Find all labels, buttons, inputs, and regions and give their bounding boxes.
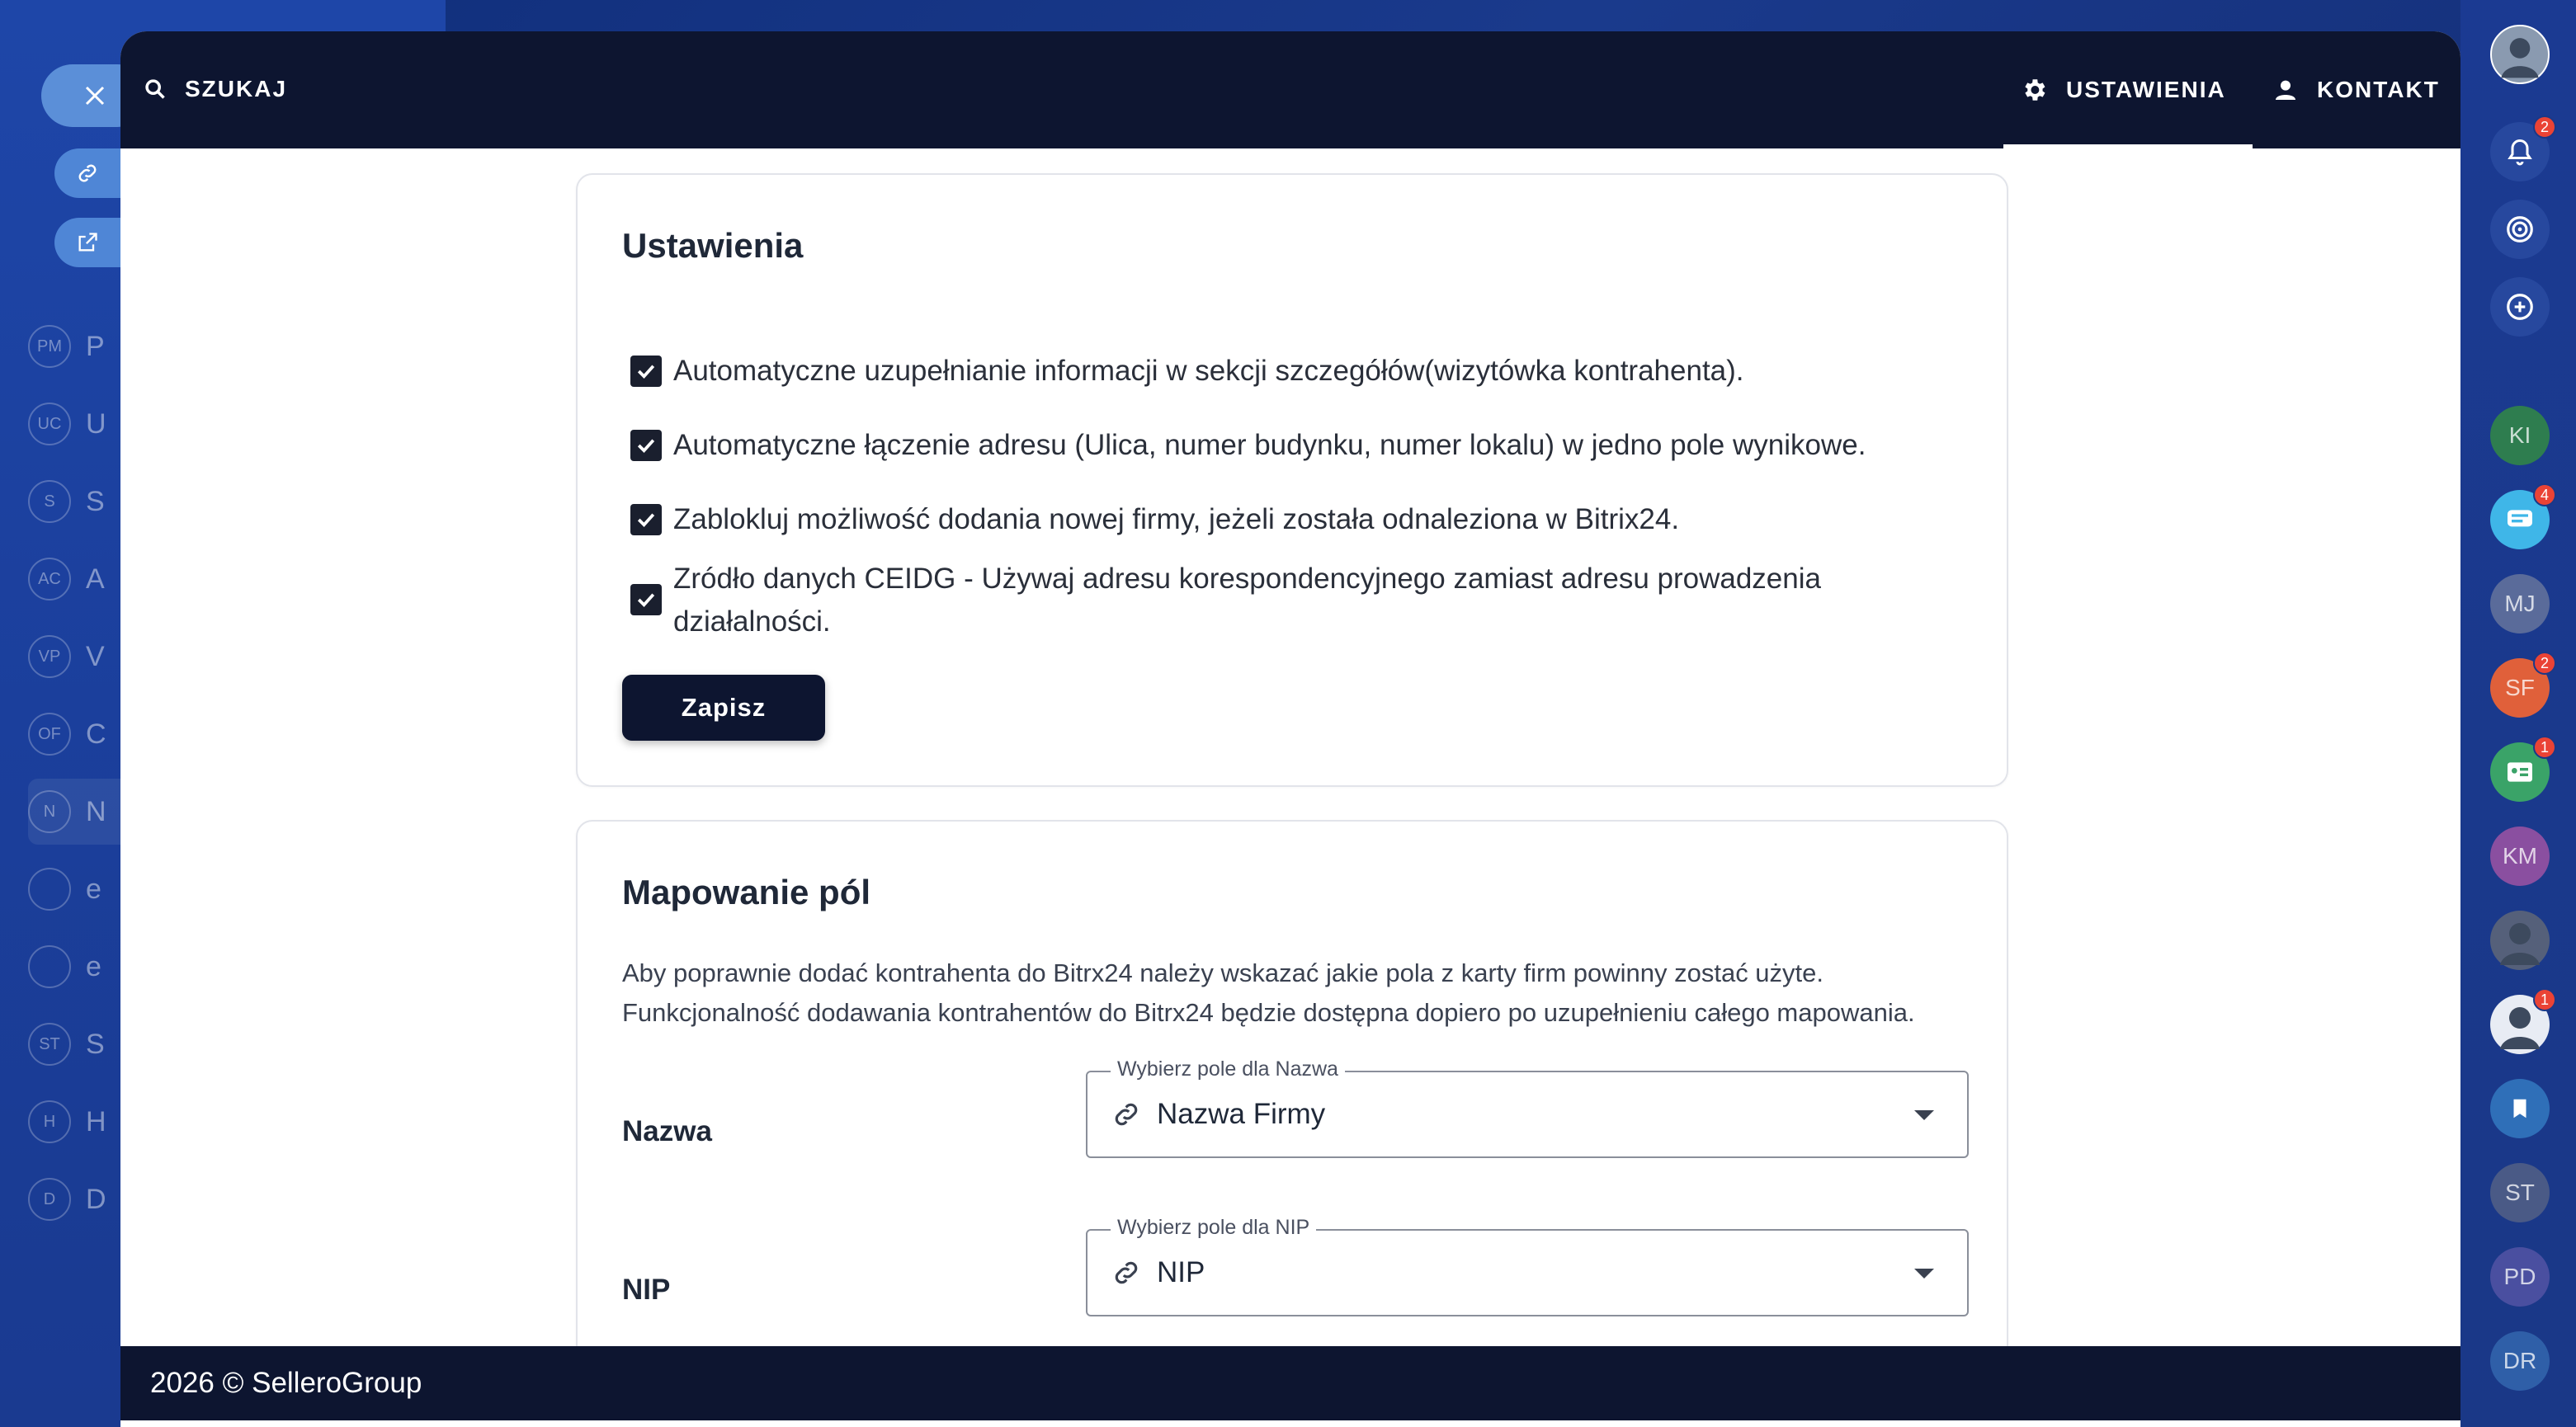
rail-initials: KI [2508,422,2531,448]
option-row[interactable]: Zablokluj możliwość dodania nowej firmy,… [630,498,1967,541]
checkmark-icon [637,365,655,379]
checkmark-icon [637,439,655,453]
settings-card: Ustawienia Automatyczne uzupełnianie inf… [576,173,2008,787]
select-legend: Wybierz pole dla NIP [1111,1216,1317,1240]
rail-initials: ST [2505,1180,2535,1205]
rail-item[interactable]: 1 [2490,736,2556,802]
checkbox[interactable] [630,504,662,535]
search-button[interactable]: SZUKAJ [144,64,287,114]
settings-title: Ustawienia [622,226,804,265]
external-link-icon [78,233,97,252]
rail-item[interactable]: PD [2490,1247,2550,1307]
top-navigation: SZUKAJ USTAWIENIA KONTAKT [120,31,2460,148]
checkbox[interactable] [630,430,662,461]
field-label-nip: NIP [622,1274,671,1306]
rail-item[interactable]: 2 [2490,115,2556,181]
chat-search-icon [2504,291,2536,323]
content-area: Ustawienia Automatyczne uzupełnianie inf… [120,148,2460,1378]
search-icon [145,79,165,99]
checkmark-icon [637,513,655,527]
footer-divider [120,1420,2460,1427]
notification-badge: 1 [2533,736,2556,759]
link-icon [78,164,97,182]
link-icon [1115,1103,1138,1126]
tab-kontakt[interactable]: KONTAKT [2272,31,2446,148]
rail-item[interactable]: MJ [2490,574,2550,633]
option-row[interactable]: Automatyczne łączenie adresu (Ulica, num… [630,424,1967,467]
target-icon [2504,214,2536,245]
notification-badge: 2 [2533,115,2556,139]
save-button[interactable]: Zapisz [622,675,825,741]
tab-ustawienia[interactable]: USTAWIENIA [2003,31,2253,148]
select-legend: Wybierz pole dla Nazwa [1111,1057,1345,1081]
rail-initials: PD [2503,1264,2536,1289]
option-label: Automatyczne łączenie adresu (Ulica, num… [673,429,1866,461]
mapping-description: Aby poprawnie dodać kontrahenta do Bitrx… [622,958,1915,1027]
rail-initials: MJ [2504,591,2536,616]
rail-item[interactable]: ST [2490,1163,2550,1222]
mapping-card: Mapowanie pól Aby poprawnie dodać kontra… [576,820,2008,1378]
rail-item[interactable]: KM [2490,827,2550,886]
chevron-down-icon [1914,1110,1934,1120]
rail-initials: SF [2505,675,2535,700]
option-label: Zablokluj możliwość dodania nowej firmy,… [673,503,1680,535]
bell-icon [2505,137,2535,167]
notification-badge: 2 [2533,652,2556,675]
app-modal: SZUKAJ USTAWIENIA KONTAKT Ustawienia Aut… [120,31,2460,1427]
avatar-icon [2490,911,2550,970]
right-rail: 2 KI 4 MJ SF 2 1 KM 1 ST PD DR [2460,0,2576,1427]
footer-copyright: 2026 © SelleroGroup [150,1367,422,1399]
select-value: NIP [1157,1256,1205,1288]
notification-badge: 1 [2533,988,2556,1011]
option-label: Zródło danych CEIDG - Używaj adresu kore… [673,563,1821,638]
rail-initials: KM [2503,843,2537,869]
option-row[interactable]: Zródło danych CEIDG - Używaj adresu kore… [630,558,1885,643]
checkmark-icon [637,593,655,607]
link-icon [1115,1261,1138,1284]
rail-item[interactable]: SF 2 [2490,652,2556,718]
rail-item[interactable] [2490,911,2550,970]
rail-item[interactable]: 4 [2490,483,2556,549]
notification-badge: 4 [2533,483,2556,506]
option-row[interactable]: Automatyczne uzupełnianie informacji w s… [630,350,1967,393]
select-nazwa[interactable]: Wybierz pole dla Nazwa Nazwa Firmy [1086,1057,1969,1158]
search-label: SZUKAJ [185,76,288,101]
rail-item[interactable] [2490,277,2550,337]
message-icon [2503,503,2536,536]
contact-card-icon [2503,756,2536,789]
bookmark-icon [2508,1096,2532,1121]
select-nip[interactable]: Wybierz pole dla NIP NIP [1086,1216,1969,1316]
rail-initials: DR [2503,1348,2537,1373]
rail-item[interactable]: KI [2490,406,2550,465]
field-label-nazwa: Nazwa [622,1115,712,1147]
option-label: Automatyczne uzupełnianie informacji w s… [673,355,1744,387]
chevron-down-icon [1914,1269,1934,1279]
footer: 2026 © SelleroGroup [120,1346,2460,1420]
rail-item[interactable] [2490,1079,2550,1138]
user-avatar[interactable] [2490,25,2550,84]
rail-item[interactable] [2490,200,2550,259]
rail-item[interactable]: 1 [2490,988,2556,1054]
rail-item[interactable]: DR [2490,1331,2550,1391]
checkbox[interactable] [630,356,662,387]
close-icon [85,86,105,106]
tab-label: KONTAKT [2317,77,2440,102]
person-icon [2276,80,2295,100]
checkbox[interactable] [630,584,662,615]
copy-link-button[interactable] [54,148,120,198]
gear-icon [2025,79,2045,101]
avatar-icon [2501,38,2539,78]
select-value: Nazwa Firmy [1157,1098,1326,1130]
mapping-title: Mapowanie pól [622,873,871,911]
tab-label: USTAWIENIA [2066,77,2226,102]
open-new-window-button[interactable] [54,218,120,267]
